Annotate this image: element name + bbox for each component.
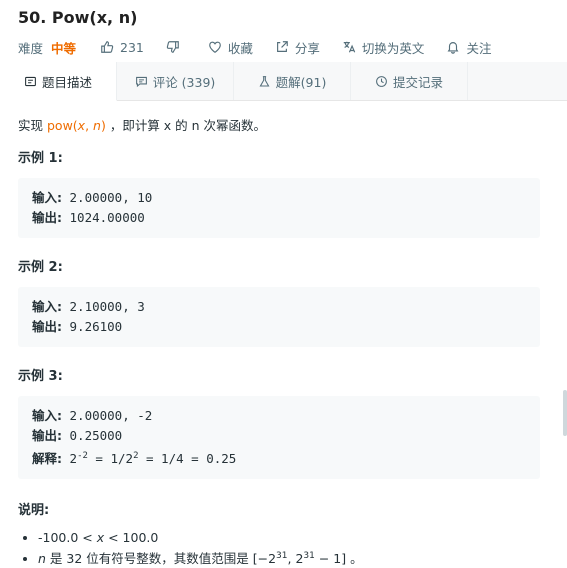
tab-description-label: 题目描述 — [41, 74, 92, 90]
output-label: 输出: — [32, 210, 62, 225]
problem-header: 50. Pow(x, n) 难度 中等 231 收藏 分享 切换为英文 关注 — [0, 0, 567, 60]
problem-description: 实现 pow(x, n) ，即计算 x 的 n 次幂函数。 示例 1: 输入: … — [18, 101, 540, 568]
note-2-part-c: − 1] 。 — [314, 551, 363, 567]
example-2-title: 示例 2: — [18, 260, 63, 275]
tab-solutions-label: 题解(91) — [275, 74, 327, 90]
note-1-var-x: x — [96, 530, 105, 546]
note-item-1: -100.0 < x < 100.0 — [38, 528, 540, 547]
output-label: 输出: — [32, 428, 62, 443]
note-1-part-b: < 100.0 — [104, 530, 159, 546]
example-3-input: 输入: 2.00000, -2 — [32, 406, 526, 426]
share-icon — [276, 41, 288, 52]
problem-tabs: 题目描述 评论 (339) 题解(91) 提交记录 — [0, 62, 567, 101]
description-prefix: 实现 — [18, 118, 47, 133]
example-2-block: 输入: 2.10000, 3 输出: 9.26100 — [18, 287, 540, 347]
share-label: 分享 — [294, 40, 320, 56]
difficulty-badge: 中等 — [51, 40, 77, 56]
output-value: 1024.00000 — [62, 210, 145, 225]
example-1-output: 输出: 1024.00000 — [32, 208, 526, 228]
explain-exponent-1: -2 — [77, 451, 88, 461]
example-2-output: 输出: 9.26100 — [32, 317, 526, 337]
note-1-part-a: -100.0 < — [38, 530, 97, 546]
description-suffix: ，即计算 x 的 n 次幂函数。 — [105, 118, 267, 133]
bell-icon — [447, 42, 459, 54]
follow-label: 关注 — [466, 40, 492, 56]
flask-icon — [259, 75, 270, 86]
example-1-block: 输入: 2.00000, 10 输出: 1024.00000 — [18, 178, 540, 238]
share-button[interactable]: 分享 — [275, 38, 320, 57]
func-name: pow( — [46, 118, 78, 133]
output-label: 输出: — [32, 319, 62, 334]
note-2-part-b: , 2 — [287, 551, 304, 567]
explain-part-b: = 1/2 — [87, 451, 134, 467]
like-button[interactable]: 231 — [100, 40, 144, 55]
comment-icon — [135, 76, 147, 87]
note-2-part-a: 是 32 位有符号整数，其数值范围是 [−2 — [45, 551, 277, 567]
func-separator: , — [85, 118, 94, 133]
follow-button[interactable]: 关注 — [446, 38, 491, 57]
notes-title: 说明: — [18, 503, 50, 519]
input-label: 输入: — [32, 408, 62, 423]
favorite-label: 收藏 — [227, 40, 253, 56]
thumbs-down-icon — [166, 41, 179, 53]
output-value: 0.25000 — [62, 428, 123, 443]
example-2-input: 输入: 2.10000, 3 — [32, 297, 526, 317]
example-3-explanation: 解释: 2-2 = 1/22 = 1/4 = 0.25 — [32, 446, 526, 469]
tab-description[interactable]: 题目描述 — [0, 62, 117, 101]
heart-icon — [209, 41, 221, 53]
favorite-button[interactable]: 收藏 — [208, 38, 253, 57]
function-link[interactable]: pow(x, n) — [47, 118, 106, 133]
input-label: 输入: — [32, 299, 62, 314]
example-1-title: 示例 1: — [18, 151, 63, 166]
note-2-exponent-1: 31 — [276, 551, 288, 562]
func-param-n: n — [93, 118, 101, 133]
problem-meta-bar: 难度 中等 231 收藏 分享 切换为英文 关注 — [18, 34, 549, 60]
difficulty-label: 难度 — [18, 40, 44, 56]
problem-title: 50. Pow(x, n) — [18, 8, 138, 27]
example-1-input: 输入: 2.00000, 10 — [32, 188, 526, 208]
thumbs-up-icon — [101, 41, 114, 53]
explain-label: 解释: — [32, 451, 62, 467]
note-item-2: n 是 32 位有符号整数，其数值范围是 [−231, 231 − 1] 。 — [38, 547, 540, 568]
notes-list: -100.0 < x < 100.0 n 是 32 位有符号整数，其数值范围是 … — [18, 528, 540, 568]
clock-icon — [376, 75, 387, 87]
example-3-title: 示例 3: — [18, 369, 63, 384]
translate-icon — [343, 41, 356, 53]
tab-solutions[interactable]: 题解(91) — [234, 62, 351, 100]
example-3-block: 输入: 2.00000, -2 输出: 0.25000 解释: 2-2 = 1/… — [18, 396, 540, 480]
tab-comments-label: 评论 (339) — [152, 74, 216, 90]
like-count: 231 — [120, 39, 144, 55]
tab-comments[interactable]: 评论 (339) — [117, 62, 234, 100]
scrollbar-thumb[interactable] — [563, 390, 567, 436]
func-param-x: x — [77, 118, 86, 133]
input-value: 2.00000, 10 — [62, 190, 153, 205]
switch-language-label: 切换为英文 — [361, 40, 425, 56]
example-3-output: 输出: 0.25000 — [32, 426, 526, 446]
tab-submissions[interactable]: 提交记录 — [351, 62, 468, 100]
note-2-var-n: n — [38, 551, 46, 567]
output-value: 9.26100 — [62, 319, 123, 334]
input-value: 2.10000, 3 — [62, 299, 145, 314]
description-text: 实现 pow(x, n) ，即计算 x 的 n 次幂函数。 — [18, 117, 540, 135]
document-icon — [25, 76, 36, 86]
explain-part-c: = 1/4 = 0.25 — [138, 451, 237, 467]
input-value: 2.00000, -2 — [62, 408, 153, 423]
switch-language-button[interactable]: 切换为英文 — [342, 38, 425, 57]
explain-part-a: 2 — [62, 451, 78, 467]
tab-submissions-label: 提交记录 — [392, 74, 443, 90]
input-label: 输入: — [32, 190, 62, 205]
dislike-button[interactable] — [166, 40, 186, 54]
note-2-exponent-2: 31 — [303, 551, 315, 562]
